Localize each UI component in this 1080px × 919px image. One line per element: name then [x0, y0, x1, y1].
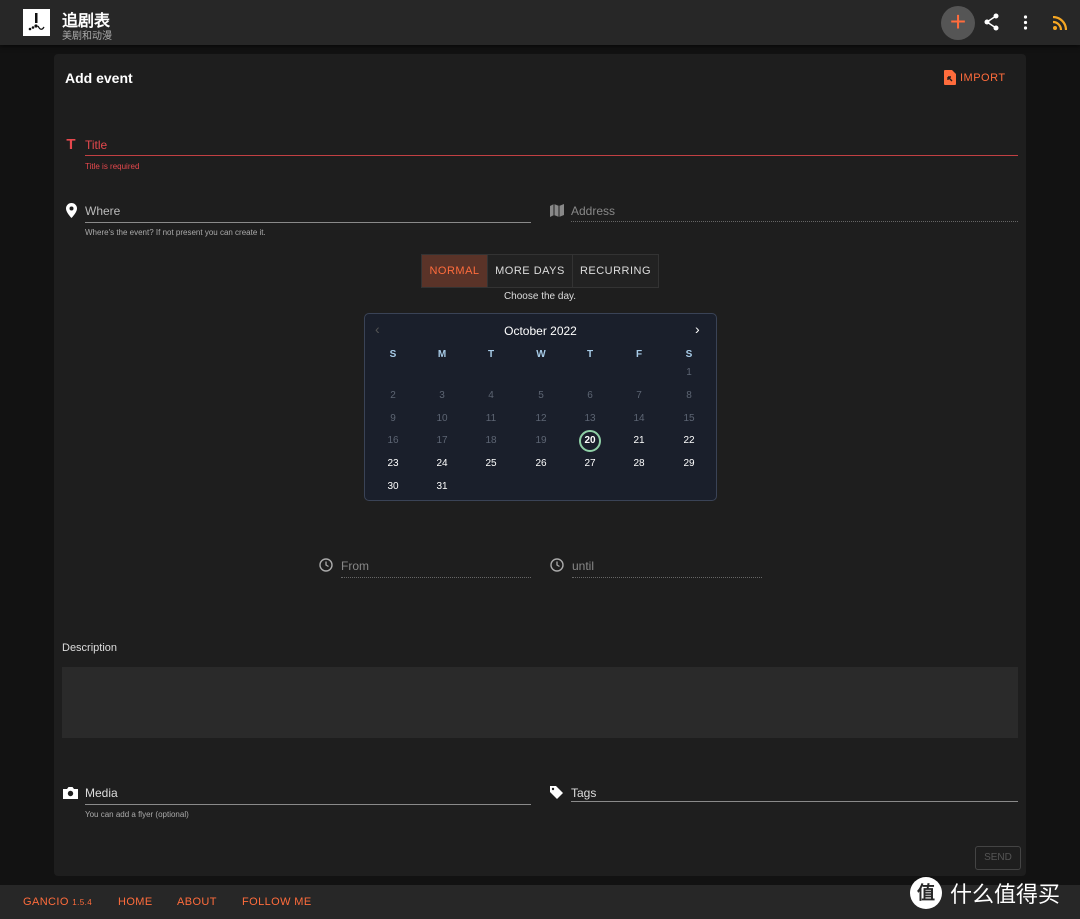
media-hint: You can add a flyer (optional): [85, 810, 189, 819]
month-label[interactable]: October 2022: [365, 324, 716, 338]
app-logo[interactable]: [23, 9, 50, 36]
footer-brand-link[interactable]: GANCIO 1.5.4: [23, 896, 92, 908]
calendar-day[interactable]: 21: [628, 430, 650, 452]
app-header: 追剧表 美剧和动漫 +: [0, 0, 1080, 45]
calendar-day: 15: [683, 413, 695, 424]
calendar-day[interactable]: 22: [678, 430, 700, 452]
where-hint: Where's the event? If not present you ca…: [85, 228, 266, 237]
add-event-button[interactable]: +: [941, 6, 975, 40]
calendar-day: 4: [488, 390, 494, 401]
send-button[interactable]: SEND: [975, 846, 1021, 870]
rss-icon[interactable]: [1052, 15, 1068, 35]
address-input[interactable]: [571, 221, 1018, 222]
description-editor[interactable]: [62, 667, 1018, 738]
calendar-day[interactable]: 23: [382, 453, 404, 475]
until-input[interactable]: [572, 577, 762, 578]
until-label: until: [572, 559, 595, 573]
calendar-day[interactable]: 27: [579, 453, 601, 475]
calendar-day[interactable]: 29: [678, 453, 700, 475]
calendar-day: 7: [636, 390, 642, 401]
calendar-day: 6: [587, 390, 593, 401]
calendar-day[interactable]: 28: [628, 453, 650, 475]
calendar-day[interactable]: 30: [382, 476, 404, 498]
weekday-header: T: [586, 349, 594, 360]
from-label: From: [341, 559, 369, 573]
app-subtitle: 美剧和动漫: [62, 31, 112, 42]
more-vert-icon[interactable]: [1023, 15, 1028, 35]
calendar-day: 2: [390, 390, 396, 401]
calendar-day: 17: [436, 435, 448, 446]
version-label: 1.5.4: [72, 898, 93, 907]
weekday-header: M: [437, 349, 447, 360]
add-icon: +: [949, 6, 967, 37]
tags-label: Tags: [571, 786, 597, 800]
calendar-day: 12: [535, 413, 547, 424]
calendar-day: 9: [390, 413, 396, 424]
media-input[interactable]: [85, 804, 531, 805]
weekday-header: S: [685, 349, 693, 360]
mode-recurring-button[interactable]: RECURRING: [572, 254, 659, 288]
footer: GANCIO 1.5.4 HOME ABOUT FOLLOW ME 值 什么值得…: [0, 877, 1080, 919]
title-icon: T: [66, 136, 76, 153]
footer-link-about[interactable]: ABOUT: [177, 896, 217, 908]
calendar-day: 11: [485, 413, 497, 424]
tags-input[interactable]: [571, 801, 1018, 802]
media-label: Media: [85, 786, 118, 800]
footer-link-follow-me[interactable]: FOLLOW ME: [242, 896, 312, 908]
title-input[interactable]: [85, 155, 1018, 156]
calendar-day: 5: [538, 390, 544, 401]
where-label: Where: [85, 204, 121, 218]
calendar-day: 10: [436, 413, 448, 424]
calendar-day: 19: [535, 435, 547, 446]
calendar-day[interactable]: 24: [431, 453, 453, 475]
calendar-day: 14: [633, 413, 645, 424]
calendar-day-selected[interactable]: 20: [579, 430, 601, 452]
camera-icon: [62, 786, 78, 802]
calendar-day[interactable]: 25: [480, 453, 502, 475]
calendar-day[interactable]: 31: [431, 476, 453, 498]
title-error: Title is required: [85, 162, 140, 171]
weekday-header: S: [389, 349, 397, 360]
map-marker-icon: [63, 203, 79, 221]
from-input[interactable]: [341, 577, 531, 578]
file-import-icon: [944, 70, 956, 85]
calendar-day[interactable]: 26: [530, 453, 552, 475]
weekday-header: T: [487, 349, 495, 360]
clock-icon: [318, 558, 334, 575]
address-label: Address: [571, 204, 616, 218]
share-icon[interactable]: [984, 13, 1000, 36]
calendar-day: 18: [485, 435, 497, 446]
watermark: 值 什么值得买: [910, 877, 1060, 909]
choose-day-hint: Choose the day.: [503, 291, 577, 302]
tags-icon: [549, 786, 565, 802]
title-label: Title: [85, 138, 108, 152]
calendar-day: 1: [686, 367, 692, 378]
footer-link-home[interactable]: HOME: [118, 896, 153, 908]
mode-normal-button[interactable]: NORMAL: [421, 254, 488, 288]
watermark-logo-icon: 值: [910, 877, 942, 909]
clock-icon: [549, 558, 565, 575]
calendar-day: 8: [686, 390, 692, 401]
where-input[interactable]: [85, 222, 531, 223]
mode-more-days-button[interactable]: MORE DAYS: [487, 254, 573, 288]
weekday-header: W: [536, 349, 546, 360]
map-icon: [549, 204, 565, 220]
page-title: Add event: [65, 70, 133, 86]
calendar-day: 13: [584, 413, 596, 424]
next-month-icon[interactable]: ›: [695, 321, 700, 337]
calendar-day: 16: [387, 435, 399, 446]
weekday-header: F: [635, 349, 643, 360]
import-button[interactable]: IMPORT: [944, 70, 1006, 85]
calendar-day: 3: [439, 390, 445, 401]
date-picker: ‹ October 2022 › S M T W T F S 1 2 3 4 5 6 7 8 9 10 11 12 1…: [364, 313, 717, 501]
description-label: Description: [62, 642, 118, 654]
